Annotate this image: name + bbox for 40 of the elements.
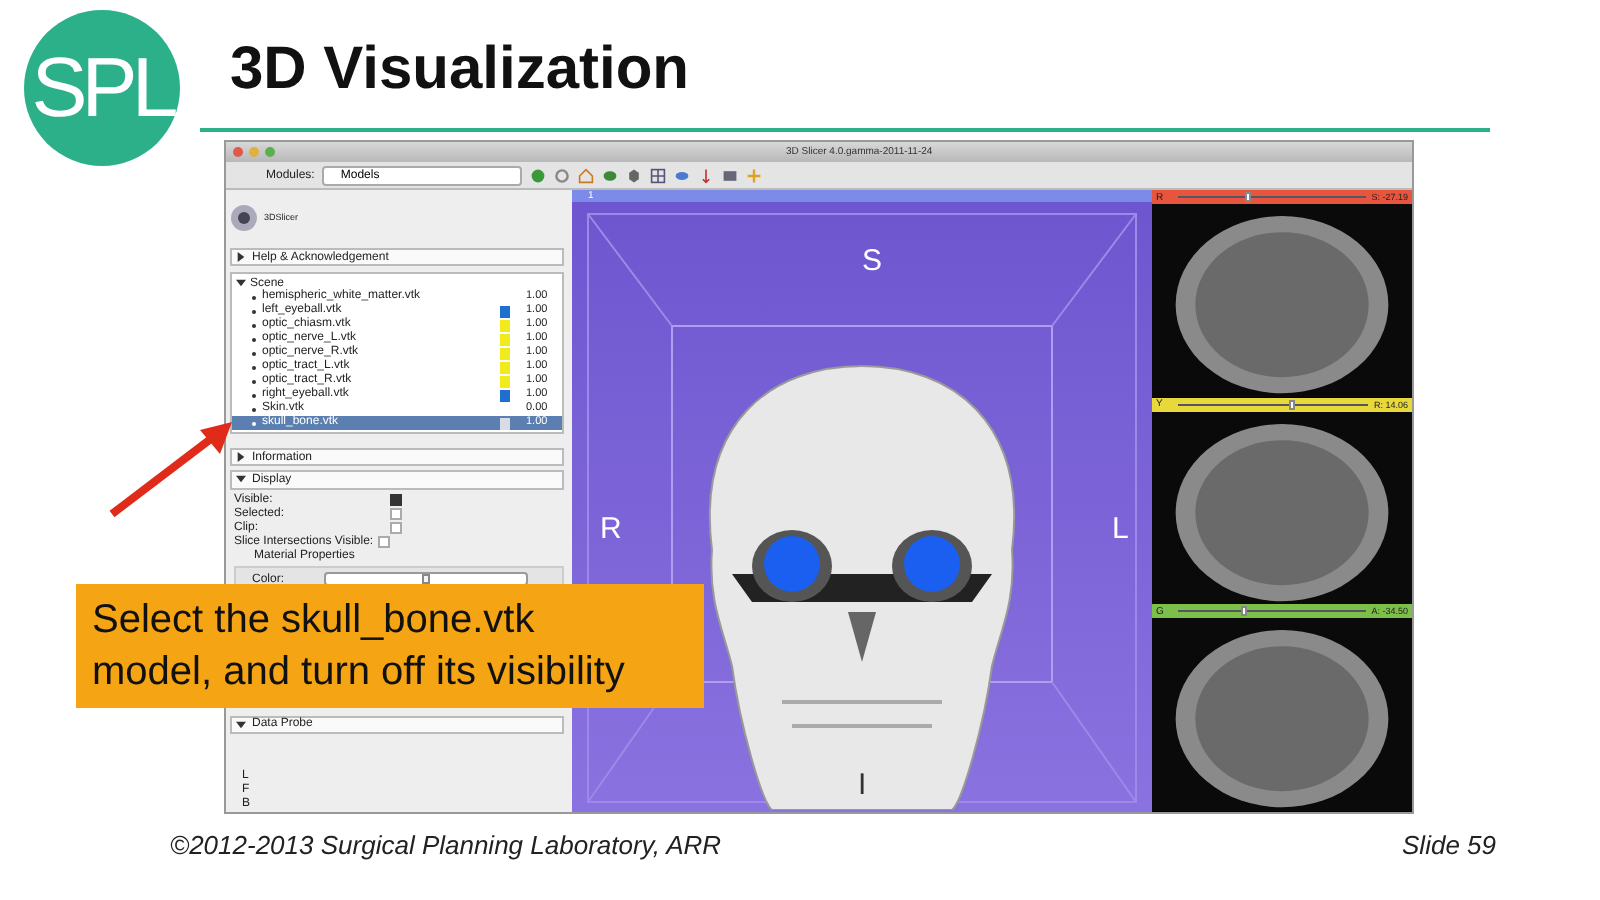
slicer-logo-icon bbox=[230, 203, 258, 232]
color-swatch[interactable] bbox=[500, 319, 510, 332]
caret-icon[interactable] bbox=[236, 278, 246, 289]
slider-thumb[interactable] bbox=[1244, 192, 1251, 202]
slider-thumb[interactable] bbox=[1240, 606, 1247, 617]
slide-number: Slide 59 bbox=[1402, 830, 1496, 860]
caret-icon[interactable] bbox=[236, 452, 246, 463]
crosshair-icon[interactable] bbox=[746, 167, 763, 183]
ellipse-icon[interactable] bbox=[602, 167, 619, 183]
caret-icon[interactable] bbox=[236, 719, 246, 730]
color-swatch[interactable] bbox=[500, 347, 510, 360]
arrow-icon[interactable] bbox=[698, 167, 715, 183]
layout-icon[interactable] bbox=[722, 167, 739, 183]
caret-icon[interactable] bbox=[236, 252, 246, 263]
orientation-label: I bbox=[858, 768, 867, 802]
slide-title: 3D Visualization bbox=[230, 36, 690, 104]
color-swatch[interactable] bbox=[500, 361, 510, 374]
circle-icon[interactable] bbox=[530, 167, 547, 183]
checkbox[interactable] bbox=[390, 508, 402, 521]
color-swatch[interactable] bbox=[500, 389, 510, 402]
color-swatch[interactable] bbox=[500, 375, 510, 388]
color-swatch[interactable] bbox=[500, 305, 510, 318]
orientation-label: R bbox=[600, 512, 622, 546]
grid-icon[interactable] bbox=[650, 167, 667, 183]
orientation-label: S bbox=[862, 244, 883, 278]
slider-thumb[interactable] bbox=[1288, 399, 1295, 410]
window-controls-icon[interactable] bbox=[232, 146, 276, 158]
logo: SPL bbox=[24, 10, 180, 166]
checkbox[interactable] bbox=[377, 536, 390, 549]
checkbox[interactable] bbox=[390, 522, 402, 535]
slider-thumb[interactable] bbox=[422, 574, 431, 585]
color-swatch[interactable] bbox=[500, 333, 510, 346]
orientation-label: L bbox=[1112, 512, 1129, 546]
circle-icon[interactable] bbox=[554, 167, 571, 183]
copyright-text: ©2012-2013 Surgical Planning Laboratory, ARR bbox=[170, 830, 722, 860]
instruction-callout: Select the skull_bone.vtk model, and turn off its visibility bbox=[76, 584, 704, 708]
caret-icon[interactable] bbox=[236, 474, 246, 485]
color-swatch[interactable] bbox=[500, 417, 510, 430]
checkbox[interactable] bbox=[390, 494, 402, 507]
home-icon[interactable] bbox=[578, 167, 595, 183]
